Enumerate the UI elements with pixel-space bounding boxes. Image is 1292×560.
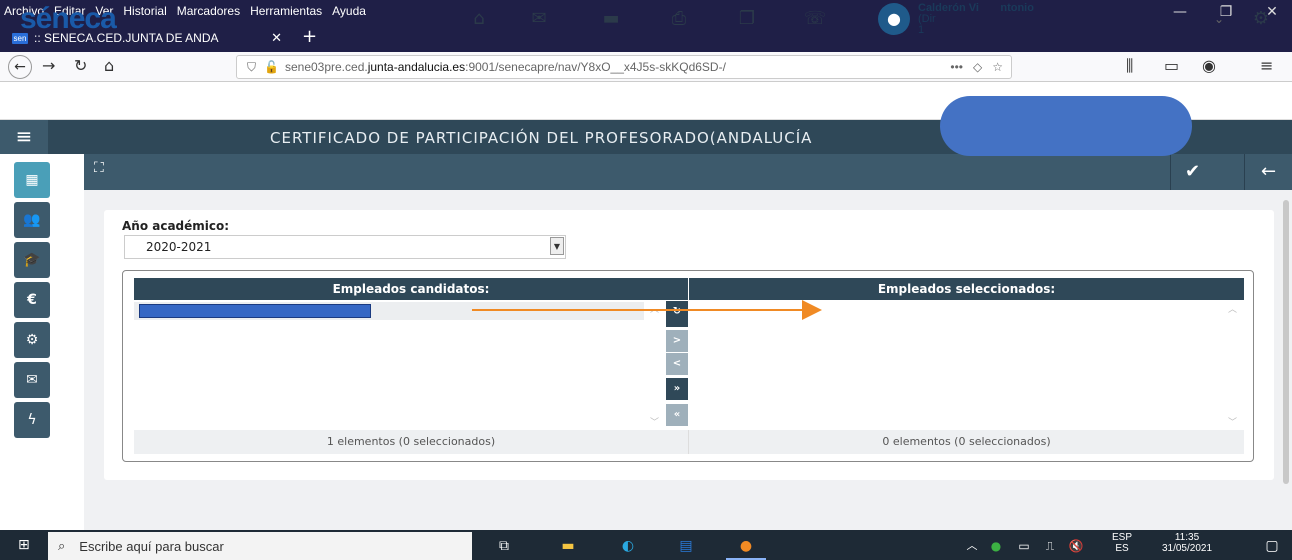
app-menu-icon[interactable]: ≡	[1260, 56, 1273, 75]
page-actions-icon[interactable]: •••	[950, 60, 963, 74]
user-dropdown-icon[interactable]: ⌄	[1204, 12, 1234, 26]
windows-start-icon[interactable]: ⊞	[18, 537, 30, 553]
hamburger-menu-icon[interactable]: ≡	[0, 120, 48, 154]
back-icon[interactable]: ←	[8, 55, 32, 79]
forward-icon[interactable]: →	[42, 56, 55, 75]
move-all-right-button[interactable]: »	[666, 378, 688, 400]
page-scrollbar[interactable]	[1283, 200, 1289, 484]
volume-muted-icon[interactable]: 🔇	[1056, 532, 1096, 560]
reload-icon[interactable]: ↻	[74, 56, 87, 75]
print-icon[interactable]: ⎙	[664, 8, 694, 29]
move-left-button[interactable]: <	[666, 353, 688, 375]
scroll-down-icon[interactable]: ﹀	[1228, 415, 1237, 428]
redaction-blob	[940, 96, 1192, 156]
expand-icon[interactable]: ⛶	[94, 160, 104, 176]
home-icon[interactable]: ⌂	[104, 56, 114, 75]
sidebar-bolt-icon[interactable]: ϟ	[14, 402, 50, 438]
sidebar-users-icon[interactable]: 👥	[14, 202, 50, 238]
browser-navbar: ← → ↻ ⌂ ⛉ 🔓 sene03pre.ced.junta-andaluci…	[0, 52, 1292, 82]
menu-ayuda[interactable]: Ayuda	[332, 4, 366, 18]
url-bar[interactable]: ⛉ 🔓 sene03pre.ced.junta-andalucia.es:900…	[236, 55, 1012, 79]
account-icon[interactable]: ◉	[1202, 56, 1216, 75]
notifications-icon[interactable]: ▢	[1252, 532, 1292, 560]
user-extra: 1	[918, 24, 925, 36]
sidebar-gears-icon[interactable]: ⚙	[14, 322, 50, 358]
redacted-name	[139, 304, 371, 318]
language-indicator[interactable]: ESP ES	[1108, 532, 1136, 554]
back-arrow-button[interactable]: ←	[1244, 154, 1292, 190]
move-right-button[interactable]: >	[666, 330, 688, 352]
file-explorer-icon[interactable]: ▬	[548, 532, 588, 560]
move-all-left-button[interactable]: «	[666, 404, 688, 426]
sidebar-toggle-icon[interactable]: ▭	[1164, 56, 1179, 75]
ano-academico-label: Año académico:	[122, 219, 230, 233]
url-text: sene03pre.ced.junta-andalucia.es:9001/se…	[284, 60, 726, 74]
form-toolbar	[84, 154, 1292, 190]
seneca-logo[interactable]: séneca	[20, 2, 117, 36]
candidates-footer: 1 elementos (0 seleccionados)	[134, 430, 688, 454]
folder-icon[interactable]: ▬	[596, 8, 626, 29]
sidebar-graduation-icon[interactable]: 🎓	[14, 242, 50, 278]
home-icon[interactable]: ⌂	[464, 8, 494, 29]
insecure-lock-icon: 🔓	[264, 60, 279, 74]
new-tab-icon[interactable]: +	[302, 26, 317, 47]
menu-marcadores[interactable]: Marcadores	[177, 4, 240, 18]
library-icon[interactable]: ⫼	[1126, 56, 1133, 76]
task-view-icon[interactable]: ⧉	[484, 532, 524, 560]
inbox-icon[interactable]: ✉	[524, 8, 554, 29]
firefox-icon[interactable]: ●	[726, 532, 766, 560]
avatar[interactable]: ●	[878, 3, 910, 35]
bookmark-star-icon[interactable]: ☆	[992, 60, 1003, 74]
chevron-down-icon[interactable]: ▼	[550, 237, 564, 255]
document-app-icon[interactable]: ▤	[666, 532, 706, 560]
sidebar-building-icon[interactable]: ▦	[14, 162, 50, 198]
search-icon: ⌕	[58, 538, 66, 553]
pocket-icon[interactable]: ◇	[973, 60, 982, 74]
ano-academico-value: 2020-2021	[146, 240, 212, 254]
settings-gear-icon[interactable]: ⚙	[1246, 8, 1276, 29]
scroll-down-icon[interactable]: ﹀	[650, 415, 659, 428]
scroll-up-icon[interactable]: ︿	[1228, 302, 1237, 315]
copy-icon[interactable]: ❐	[732, 8, 762, 29]
clock[interactable]: 11:35 31/05/2021	[1150, 532, 1224, 554]
sidebar-euro-icon[interactable]: €	[14, 282, 50, 318]
menu-herramientas[interactable]: Herramientas	[250, 4, 322, 18]
page-title: CERTIFICADO DE PARTICIPACIÓN DEL PROFESO…	[270, 129, 813, 147]
accept-check-button[interactable]: ✔	[1170, 154, 1214, 190]
annotation-arrow	[472, 300, 822, 320]
minimize-icon[interactable]: —	[1160, 4, 1200, 20]
edge-icon[interactable]: ◐	[608, 532, 648, 560]
selected-scrollbar[interactable]: ︿ ﹀	[1222, 300, 1244, 430]
tab-close-icon[interactable]: ✕	[271, 30, 282, 46]
menu-historial[interactable]: Historial	[123, 4, 166, 18]
phone-icon[interactable]: ☏	[800, 8, 830, 29]
taskbar-search-input[interactable]: ⌕ Escribe aquí para buscar	[48, 532, 472, 560]
sidebar-mail-icon[interactable]: ✉	[14, 362, 50, 398]
selected-footer: 0 elementos (0 seleccionados)	[688, 430, 1244, 454]
shield-icon: ⛉	[247, 59, 257, 74]
